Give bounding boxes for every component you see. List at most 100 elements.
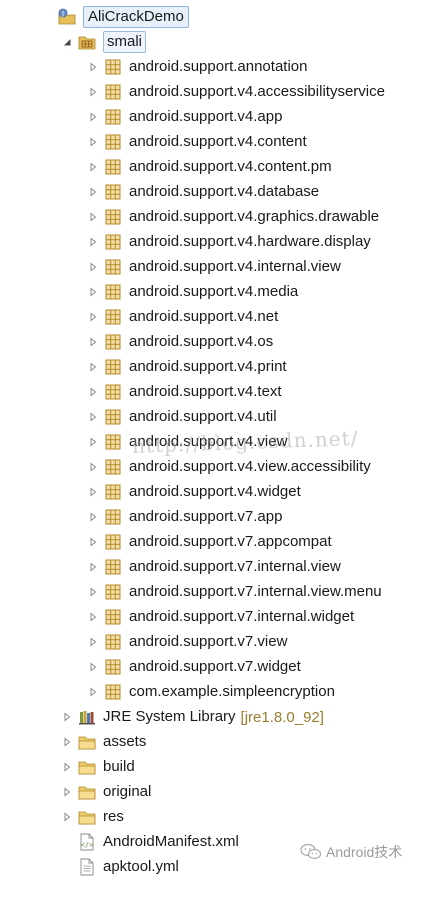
expand-arrow-icon[interactable] — [88, 562, 98, 572]
no-arrow-spacer — [62, 862, 72, 872]
expand-arrow-icon[interactable] — [62, 762, 72, 772]
expand-arrow-icon[interactable] — [88, 637, 98, 647]
expand-arrow-icon[interactable] — [88, 312, 98, 322]
tree-item-label: android.support.v4.content.pm — [129, 158, 332, 175]
expand-arrow-icon[interactable] — [88, 162, 98, 172]
tree-item-folder-assets[interactable]: assets — [62, 731, 146, 753]
tree-item-label: JRE System Library — [103, 708, 236, 725]
tree-item-package[interactable]: android.support.v4.hardware.display — [88, 231, 371, 253]
tree-item-label: original — [103, 783, 152, 800]
folder-icon — [78, 783, 96, 801]
tree-item-label: build — [103, 758, 135, 775]
expand-arrow-icon[interactable] — [88, 262, 98, 272]
tree-item-package[interactable]: android.support.v4.media — [88, 281, 298, 303]
tree-item-package[interactable]: android.support.v7.appcompat — [88, 531, 332, 553]
folder-icon — [78, 758, 96, 776]
expand-arrow-icon[interactable] — [88, 537, 98, 547]
tree-item-label: res — [103, 808, 124, 825]
tree-item-package[interactable]: com.example.simpleencryption — [88, 681, 335, 703]
tree-item-folder-build[interactable]: build — [62, 756, 135, 778]
tree-item-label: android.support.v4.hardware.display — [129, 233, 371, 250]
tree-item-smali-folder[interactable]: smali — [62, 31, 147, 53]
tree-item-package[interactable]: android.support.v4.text — [88, 381, 282, 403]
tree-item-package[interactable]: android.support.v7.internal.view — [88, 556, 341, 578]
package-icon — [104, 108, 122, 126]
expand-arrow-icon[interactable] — [88, 287, 98, 297]
tree-item-package[interactable]: android.support.v4.print — [88, 356, 287, 378]
tree-item-package[interactable]: android.support.v7.widget — [88, 656, 301, 678]
tree-item-label: android.support.v4.widget — [129, 483, 301, 500]
library-icon — [78, 708, 96, 726]
tree-item-package[interactable]: android.support.v4.app — [88, 106, 282, 128]
tree-item-package[interactable]: android.support.v4.util — [88, 406, 277, 428]
expand-arrow-icon[interactable] — [88, 462, 98, 472]
tree-item-jre-library[interactable]: JRE System Library [jre1.8.0_92] — [62, 706, 324, 728]
expand-arrow-icon[interactable] — [88, 212, 98, 222]
svg-text:J: J — [61, 11, 64, 18]
tree-item-package[interactable]: android.support.v7.app — [88, 506, 282, 528]
tree-item-folder-res[interactable]: res — [62, 806, 124, 828]
expand-arrow-icon[interactable] — [88, 62, 98, 72]
tree-item-package[interactable]: android.support.v4.internal.view — [88, 256, 341, 278]
expand-arrow-icon[interactable] — [88, 237, 98, 247]
package-icon — [104, 308, 122, 326]
expand-arrow-icon[interactable] — [88, 512, 98, 522]
tree-item-label: android.support.v4.view.accessibility — [129, 458, 371, 475]
tree-item-package[interactable]: android.support.v4.view — [88, 431, 287, 453]
expand-arrow-icon[interactable] — [88, 412, 98, 422]
expand-arrow-icon[interactable] — [88, 387, 98, 397]
package-icon — [104, 583, 122, 601]
tree-item-label: com.example.simpleencryption — [129, 683, 335, 700]
expand-arrow-icon[interactable] — [88, 187, 98, 197]
expand-arrow-icon[interactable] — [88, 112, 98, 122]
expand-arrow-icon[interactable] — [88, 337, 98, 347]
expand-arrow-icon[interactable] — [88, 687, 98, 697]
tree-item-file[interactable]: </> AndroidManifest.xml — [62, 831, 239, 853]
expand-arrow-icon[interactable] — [88, 662, 98, 672]
tree-item-package[interactable]: android.support.v4.widget — [88, 481, 301, 503]
tree-item-package[interactable]: android.support.v4.content — [88, 131, 307, 153]
folder-icon — [78, 808, 96, 826]
tree-item-package[interactable]: android.support.v4.accessibilityservice — [88, 81, 385, 103]
tree-item-package[interactable]: android.support.v4.view.accessibility — [88, 456, 371, 478]
tree-item-package[interactable]: android.support.v4.content.pm — [88, 156, 332, 178]
library-version: [jre1.8.0_92] — [240, 708, 324, 726]
tree-item-package[interactable]: android.support.v7.view — [88, 631, 287, 653]
expand-arrow-icon[interactable] — [88, 437, 98, 447]
tree-item-label: android.support.annotation — [129, 58, 308, 75]
tree-item-label: apktool.yml — [103, 858, 179, 875]
expanded-arrow-icon[interactable] — [62, 37, 72, 47]
tree-item-package[interactable]: android.support.v4.os — [88, 331, 273, 353]
expand-arrow-icon[interactable] — [62, 712, 72, 722]
tree-item-label: android.support.v4.content — [129, 133, 307, 150]
package-icon — [104, 58, 122, 76]
tree-item-package[interactable]: android.support.v7.internal.view.menu — [88, 581, 382, 603]
expand-arrow-icon[interactable] — [88, 362, 98, 372]
textfile-icon — [78, 858, 96, 876]
tree-item-label: android.support.v4.graphics.drawable — [129, 208, 380, 225]
tree-item-package[interactable]: android.support.v4.database — [88, 181, 319, 203]
tree-item-label: android.support.v4.print — [129, 358, 287, 375]
expand-arrow-icon[interactable] — [88, 612, 98, 622]
package-icon — [104, 433, 122, 451]
expand-arrow-icon[interactable] — [62, 737, 72, 747]
tree-item-project[interactable]: J AliCrackDemo — [42, 6, 189, 28]
tree-item-label: assets — [103, 733, 147, 750]
tree-item-package[interactable]: android.support.v4.net — [88, 306, 278, 328]
tree-item-package[interactable]: android.support.annotation — [88, 56, 307, 78]
tree-item-folder-original[interactable]: original — [62, 781, 151, 803]
package-icon — [104, 333, 122, 351]
package-icon — [104, 208, 122, 226]
expand-arrow-icon[interactable] — [88, 487, 98, 497]
expand-arrow-icon[interactable] — [88, 587, 98, 597]
package-icon — [104, 183, 122, 201]
package-icon — [104, 633, 122, 651]
expand-arrow-icon[interactable] — [88, 137, 98, 147]
tree-item-package[interactable]: android.support.v7.internal.widget — [88, 606, 354, 628]
expand-arrow-icon[interactable] — [88, 87, 98, 97]
expand-arrow-icon[interactable] — [62, 812, 72, 822]
expand-arrow-icon[interactable] — [62, 787, 72, 797]
package-icon — [104, 608, 122, 626]
tree-item-file[interactable]: apktool.yml — [62, 856, 179, 878]
tree-item-package[interactable]: android.support.v4.graphics.drawable — [88, 206, 379, 228]
